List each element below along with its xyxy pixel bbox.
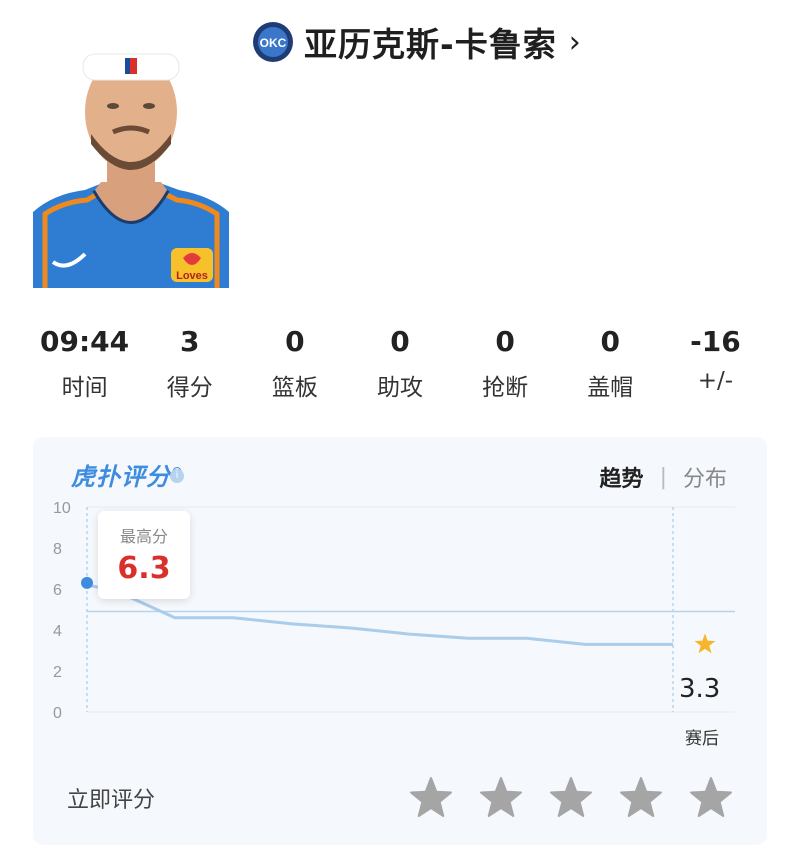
team-logo-icon: OKC — [253, 22, 293, 62]
y-tick-label: 8 — [53, 541, 62, 558]
player-avatar: Loves — [33, 53, 229, 288]
y-tick-label: 10 — [53, 500, 71, 517]
stat-label: 抢断 — [482, 375, 529, 401]
stat-value: -16 — [690, 325, 741, 358]
stat-time: 09:44 时间 — [32, 322, 137, 402]
rating-card: 虎扑评分® i 趋势 | 分布 1086420 最高分 6.3 3.3 赛后 立… — [33, 437, 767, 845]
rate-star-icon[interactable] — [409, 775, 453, 819]
stat-value: 0 — [600, 325, 621, 358]
y-tick-label: 0 — [53, 705, 62, 722]
final-point-star-icon — [694, 633, 716, 654]
final-score: 3.3 — [679, 674, 721, 704]
rate-star-icon[interactable] — [689, 775, 733, 819]
stat-label: +/- — [697, 368, 734, 394]
stat-steals: 0 抢断 — [453, 322, 558, 402]
rating-stars — [409, 775, 733, 819]
stats-row: 09:44 时间 3 得分 0 篮板 0 助攻 0 抢断 0 盖帽 -16 +/… — [32, 322, 768, 402]
y-tick-label: 2 — [53, 664, 62, 681]
stat-label: 篮板 — [271, 375, 318, 401]
player-header[interactable]: OKC 亚历克斯-卡鲁索 › — [252, 20, 581, 64]
sponsor-logo: Loves — [176, 270, 208, 282]
chevron-right-icon: › — [568, 24, 581, 60]
rate-star-icon[interactable] — [479, 775, 523, 819]
stat-label: 得分 — [166, 375, 213, 401]
stat-value: 0 — [285, 325, 305, 358]
stat-blocks: 0 盖帽 — [558, 322, 663, 402]
stat-label: 助攻 — [376, 375, 423, 401]
stat-assists: 0 助攻 — [347, 322, 452, 402]
team-abbr: OKC — [260, 36, 287, 50]
rate-now-label: 立即评分 — [67, 788, 156, 813]
y-tick-label: 4 — [53, 623, 62, 640]
max-point — [81, 576, 93, 589]
stat-value: 0 — [495, 325, 515, 358]
stat-label: 盖帽 — [587, 375, 634, 401]
final-score-label: 赛后 — [685, 729, 719, 749]
tab-separator: | — [659, 464, 667, 490]
stat-label: 时间 — [61, 375, 108, 401]
stat-value: 09:44 — [40, 325, 130, 358]
rate-star-icon[interactable] — [619, 775, 663, 819]
stat-points: 3 得分 — [137, 322, 242, 402]
stat-plus-minus: -16 +/- — [663, 322, 768, 402]
stat-value: 0 — [390, 325, 410, 358]
player-name: 亚历克斯-卡鲁索 — [304, 25, 557, 64]
y-tick-label: 6 — [53, 582, 62, 599]
max-score-tooltip: 最高分 6.3 — [98, 511, 190, 599]
tooltip-label: 最高分 — [119, 527, 168, 546]
rate-star-icon[interactable] — [549, 775, 593, 819]
stat-value: 3 — [179, 325, 200, 358]
tooltip-value: 6.3 — [117, 551, 171, 586]
stat-rebounds: 0 篮板 — [242, 322, 347, 402]
info-icon[interactable]: i — [170, 469, 184, 483]
